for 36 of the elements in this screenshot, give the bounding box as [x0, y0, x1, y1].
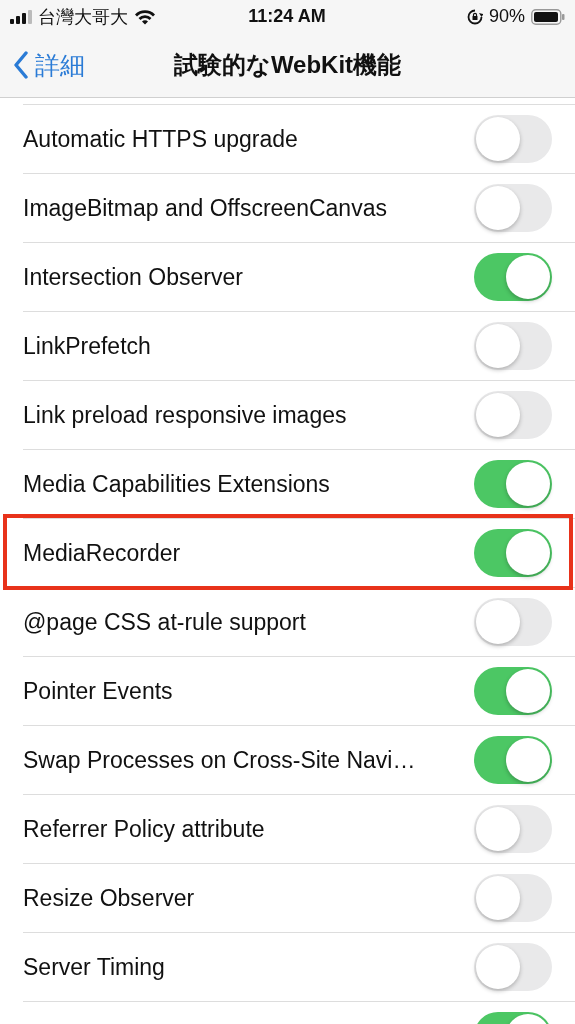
- carrier-name: 台灣大哥大: [38, 5, 128, 29]
- chevron-left-icon: [13, 51, 29, 79]
- setting-label: Referrer Policy attribute: [23, 815, 265, 843]
- signal-icon: [10, 9, 32, 24]
- setting-label: Server Timing: [23, 953, 165, 981]
- setting-label: Swap Processes on Cross-Site Navi…: [23, 746, 416, 774]
- wifi-icon: [134, 8, 156, 25]
- back-button[interactable]: 詳細: [0, 48, 85, 82]
- toggle-switch[interactable]: [474, 667, 552, 715]
- page-title: 試験的なWebKit機能: [172, 50, 403, 80]
- toggle-switch[interactable]: [474, 115, 552, 163]
- toggle-switch[interactable]: [474, 805, 552, 853]
- setting-label: Resize Observer: [23, 884, 195, 912]
- battery-icon: [531, 8, 565, 25]
- toggle-switch[interactable]: [474, 460, 552, 508]
- toggle-switch[interactable]: [474, 736, 552, 784]
- toggle-switch[interactable]: [474, 529, 552, 577]
- toggle-switch[interactable]: [474, 598, 552, 646]
- rotation-lock-icon: [466, 8, 483, 25]
- setting-label: @page CSS at-rule support: [23, 608, 306, 636]
- setting-label: Link preload responsive images: [23, 401, 347, 429]
- setting-label: Intersection Observer: [23, 263, 243, 291]
- setting-label: Media Capabilities Extensions: [23, 470, 330, 498]
- toggle-switch[interactable]: [474, 943, 552, 991]
- setting-label: Automatic HTTPS upgrade: [23, 125, 298, 153]
- toggle-switch[interactable]: [474, 184, 552, 232]
- toggle-switch[interactable]: [474, 322, 552, 370]
- setting-label: MediaRecorder: [23, 539, 181, 567]
- battery-percent: 90%: [488, 6, 525, 27]
- setting-label: ImageBitmap and OffscreenCanvas: [23, 194, 387, 222]
- setting-label: Pointer Events: [23, 677, 173, 705]
- clock-time: 11:24 AM: [247, 6, 327, 27]
- toggle-switch[interactable]: [474, 391, 552, 439]
- setting-label: LinkPrefetch: [23, 332, 151, 360]
- toggle-switch[interactable]: [474, 253, 552, 301]
- toggle-switch[interactable]: [474, 874, 552, 922]
